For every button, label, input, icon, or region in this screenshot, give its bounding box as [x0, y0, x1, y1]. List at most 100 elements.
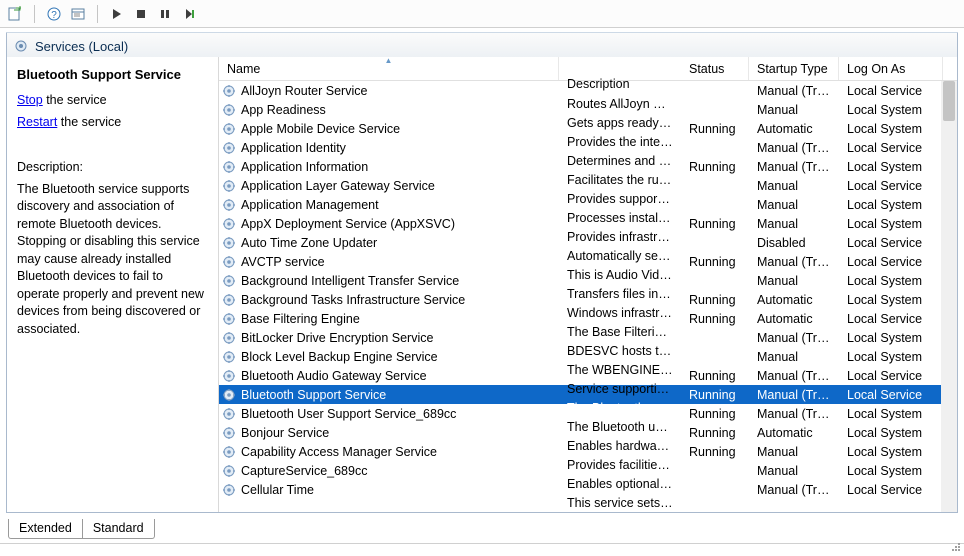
cell-description: Provides infrastru...: [559, 229, 681, 246]
col-logon[interactable]: Log On As: [839, 57, 943, 80]
cell-logon: Local System: [839, 331, 943, 345]
cell-logon: Local Service: [839, 255, 943, 269]
cell-description: Enables hardware ...: [559, 438, 681, 455]
vertical-scrollbar[interactable]: [941, 81, 957, 512]
cell-name: CaptureService_689cc: [219, 463, 559, 479]
cell-name: Bluetooth Audio Gateway Service: [219, 368, 559, 384]
cell-logon: Local System: [839, 198, 943, 212]
col-name[interactable]: Name▲: [219, 57, 559, 80]
cell-description: This is Audio Vide...: [559, 267, 681, 284]
gear-icon: [221, 178, 237, 194]
cell-description: Automatically sets...: [559, 248, 681, 265]
gear-icon: [221, 482, 237, 498]
separator: [97, 5, 98, 23]
stop-icon[interactable]: [132, 5, 150, 23]
cell-name: App Readiness: [219, 102, 559, 118]
gear-icon: [221, 349, 237, 365]
cell-description: This service sets ti...: [559, 495, 681, 512]
cell-startup: Manual: [749, 350, 839, 364]
cell-description: BDESVC hosts the ...: [559, 343, 681, 360]
help-icon[interactable]: ?: [45, 5, 63, 23]
pause-icon[interactable]: [156, 5, 174, 23]
gear-icon: [221, 387, 237, 403]
cell-startup: Manual (Trig...: [749, 369, 839, 383]
cell-name: Application Management: [219, 197, 559, 213]
cell-description: Gets apps ready fo...: [559, 115, 681, 132]
gear-icon: [13, 38, 29, 54]
cell-name: BitLocker Drive Encryption Service: [219, 330, 559, 346]
gear-icon: [221, 254, 237, 270]
gear-icon: [221, 273, 237, 289]
gear-icon: [221, 83, 237, 99]
cell-status: Running: [681, 160, 749, 174]
gear-icon: [221, 406, 237, 422]
view-tabs: Extended Standard: [8, 519, 155, 539]
cell-logon: Local System: [839, 217, 943, 231]
cell-description: Service supportin...: [559, 381, 681, 398]
cell-status: Running: [681, 426, 749, 440]
tab-standard[interactable]: Standard: [82, 519, 155, 539]
cell-description: Transfers files in th...: [559, 286, 681, 303]
gear-icon: [221, 216, 237, 232]
cell-description: The Bluetooth use...: [559, 419, 681, 436]
gear-icon: [221, 102, 237, 118]
cell-description: Windows infrastru...: [559, 305, 681, 322]
cell-startup: Manual: [749, 217, 839, 231]
restart-icon[interactable]: [180, 5, 198, 23]
cell-status: Running: [681, 293, 749, 307]
gear-icon: [221, 292, 237, 308]
gear-icon: [221, 425, 237, 441]
gear-icon: [221, 140, 237, 156]
stop-service-line: Stop the service: [17, 92, 208, 110]
cell-logon: Local Service: [839, 312, 943, 326]
cell-startup: Manual: [749, 198, 839, 212]
cell-status: Running: [681, 369, 749, 383]
svg-text:?: ?: [51, 10, 57, 21]
cell-status: Running: [681, 255, 749, 269]
scrollbar-thumb[interactable]: [943, 81, 955, 121]
stop-service-link[interactable]: Stop: [17, 93, 43, 107]
cell-description: Determines and v...: [559, 153, 681, 170]
separator: [34, 5, 35, 23]
gear-icon: [221, 330, 237, 346]
cell-startup: Automatic: [749, 293, 839, 307]
cell-startup: Manual (Trig...: [749, 331, 839, 345]
service-row[interactable]: AllJoyn Router ServiceRoutes AllJoyn me.…: [219, 81, 957, 100]
cell-description: Provides facilities ...: [559, 457, 681, 474]
description-label: Description:: [17, 159, 208, 177]
cell-startup: Manual: [749, 445, 839, 459]
col-startup[interactable]: Startup Type: [749, 57, 839, 80]
cell-description: The Bluetooth ser...: [559, 400, 681, 417]
tab-extended[interactable]: Extended: [8, 519, 83, 539]
restart-service-link[interactable]: Restart: [17, 115, 57, 129]
cell-name: Bonjour Service: [219, 425, 559, 441]
cell-description: The Base Filtering ...: [559, 324, 681, 341]
cell-logon: Local Service: [839, 369, 943, 383]
properties-icon[interactable]: [69, 5, 87, 23]
cell-logon: Local Service: [839, 483, 943, 497]
cell-logon: Local System: [839, 407, 943, 421]
cell-name: Background Tasks Infrastructure Service: [219, 292, 559, 308]
cell-name: Bluetooth User Support Service_689cc: [219, 406, 559, 422]
cell-logon: Local System: [839, 122, 943, 136]
cell-startup: Manual: [749, 274, 839, 288]
cell-logon: Local Service: [839, 179, 943, 193]
cell-name: AVCTP service: [219, 254, 559, 270]
status-bar: [0, 543, 964, 553]
col-status[interactable]: Status: [681, 57, 749, 80]
cell-startup: Manual: [749, 103, 839, 117]
cell-startup: Automatic: [749, 312, 839, 326]
cell-description: Provides support f...: [559, 191, 681, 208]
gear-icon: [221, 159, 237, 175]
export-icon[interactable]: [6, 5, 24, 23]
cell-name: Application Identity: [219, 140, 559, 156]
cell-logon: Local System: [839, 293, 943, 307]
cell-logon: Local System: [839, 103, 943, 117]
cell-description: Facilitates the run...: [559, 172, 681, 189]
cell-startup: Automatic: [749, 122, 839, 136]
cell-status: Running: [681, 388, 749, 402]
resize-grip[interactable]: [948, 541, 962, 553]
cell-logon: Local System: [839, 350, 943, 364]
start-icon[interactable]: [108, 5, 126, 23]
header-title: Services (Local): [35, 39, 128, 54]
